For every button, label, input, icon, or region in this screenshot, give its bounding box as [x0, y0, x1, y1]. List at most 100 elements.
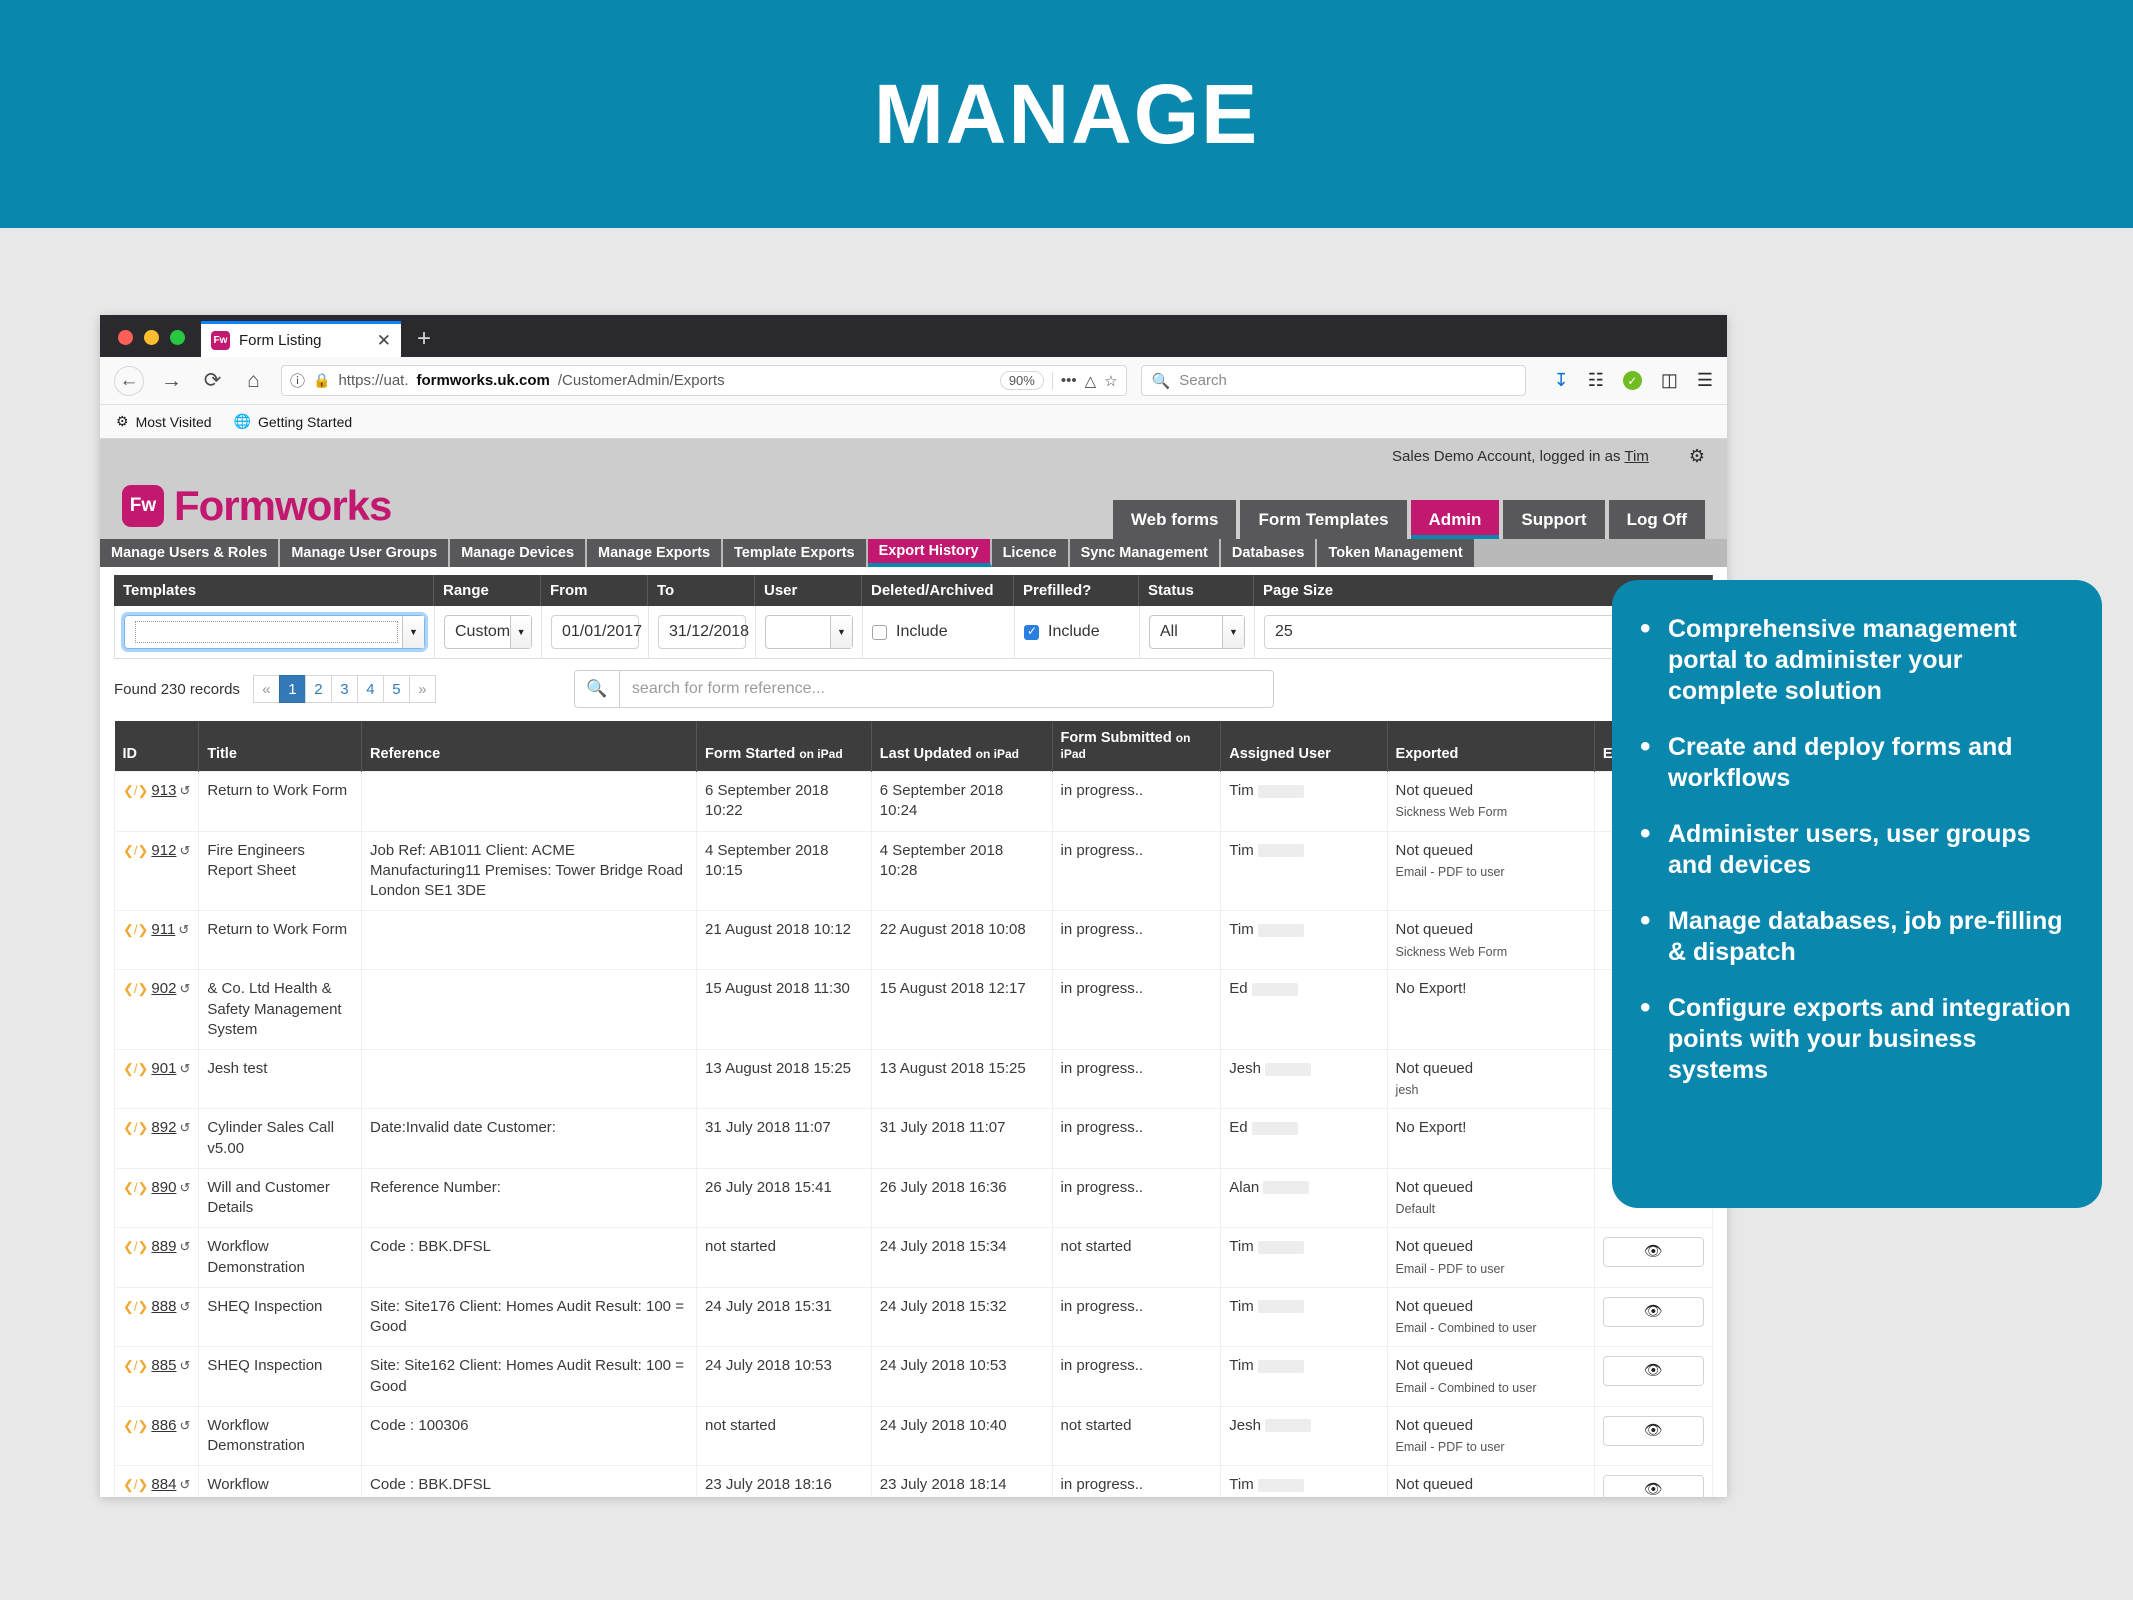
browser-tab[interactable]: Fw Form Listing ✕ — [201, 321, 401, 357]
cell-id[interactable]: ❮/❯ 884 ↺ — [113, 1465, 200, 1497]
record-id-link[interactable]: 888 — [151, 1298, 176, 1315]
record-id-link[interactable]: 913 — [151, 782, 176, 799]
code-icon[interactable]: ❮/❯ — [123, 1239, 148, 1254]
history-icon[interactable]: ↺ — [179, 1418, 190, 1433]
subnav-export-history[interactable]: Export History — [867, 539, 992, 567]
from-date-input[interactable]: 01/01/2017 — [551, 615, 642, 649]
forward-icon[interactable]: → — [158, 370, 185, 391]
record-id-link[interactable]: 912 — [151, 842, 176, 859]
window-controls[interactable] — [100, 330, 201, 357]
code-icon[interactable]: ❮/❯ — [123, 1418, 148, 1433]
account-ok-icon[interactable]: ✓ — [1622, 371, 1642, 390]
subnav-databases[interactable]: Databases — [1220, 539, 1318, 567]
code-icon[interactable]: ❮/❯ — [123, 1061, 148, 1076]
range-select[interactable]: Custom ▼ — [444, 615, 532, 649]
page-2[interactable]: 2 — [304, 675, 332, 703]
code-icon[interactable]: ❮/❯ — [123, 1477, 148, 1492]
new-tab-button[interactable]: + — [401, 327, 447, 357]
cell-id[interactable]: ❮/❯ 889 ↺ — [113, 1227, 200, 1288]
subnav-manage-exports[interactable]: Manage Exports — [587, 539, 724, 567]
table-row[interactable]: ❮/❯ 902 ↺ & Co. Ltd Health & Safety Managem… — [113, 969, 1714, 1051]
download-icon[interactable]: ↧ — [1554, 370, 1569, 391]
table-row[interactable]: ❮/❯ 890 ↺ Will and Customer Details Referenc… — [113, 1167, 1714, 1229]
bookmark-most-visited[interactable]: ⚙ Most Visited — [116, 413, 212, 430]
code-icon[interactable]: ❮/❯ — [123, 981, 148, 996]
record-id-link[interactable]: 886 — [151, 1417, 176, 1434]
view-export-button[interactable]: 👁 — [1602, 1415, 1704, 1446]
back-icon[interactable]: ← — [114, 365, 144, 396]
table-row[interactable]: ❮/❯ 892 ↺ Cylinder Sales Call v5.00 Date:Inv… — [113, 1108, 1714, 1169]
history-icon[interactable]: ↺ — [179, 843, 190, 858]
code-icon[interactable]: ❮/❯ — [123, 1180, 148, 1195]
sidebar-icon[interactable]: ◫ — [1661, 370, 1678, 391]
page-info-icon[interactable]: ⓘ — [290, 370, 305, 391]
page-actions-icon[interactable]: ••• — [1061, 372, 1077, 389]
history-icon[interactable]: ↺ — [179, 1299, 190, 1314]
maximize-window-button[interactable] — [170, 330, 185, 345]
table-row[interactable]: ❮/❯ 886 ↺ Workflow Demonstration Code : 1003… — [113, 1405, 1714, 1467]
code-icon[interactable]: ❮/❯ — [123, 1358, 148, 1373]
nav-web-forms[interactable]: Web forms — [1112, 500, 1237, 539]
record-id-link[interactable]: 885 — [151, 1357, 176, 1374]
code-icon[interactable]: ❮/❯ — [123, 1299, 148, 1314]
record-id-link[interactable]: 884 — [151, 1476, 176, 1493]
table-row[interactable]: ❮/❯ 912 ↺ Fire Engineers Report Sheet Job Re… — [113, 830, 1714, 912]
page-1[interactable]: 1 — [278, 675, 306, 703]
library-icon[interactable]: ☷ — [1588, 370, 1604, 391]
subnav-template-exports[interactable]: Template Exports — [723, 539, 868, 567]
subnav-token-management[interactable]: Token Management — [1317, 539, 1476, 567]
nav-support[interactable]: Support — [1503, 500, 1605, 539]
user-select[interactable]: ▼ — [765, 615, 853, 649]
close-window-button[interactable] — [118, 330, 133, 345]
cell-id[interactable]: ❮/❯ 885 ↺ — [113, 1346, 200, 1407]
cell-id[interactable]: ❮/❯ 902 ↺ — [113, 969, 200, 1051]
history-icon[interactable]: ↺ — [179, 783, 190, 798]
record-id-link[interactable]: 901 — [151, 1060, 176, 1077]
record-id-link[interactable]: 890 — [151, 1179, 176, 1196]
to-date-input[interactable]: 31/12/2018 — [658, 615, 749, 649]
settings-gear-icon[interactable]: ⚙ — [1689, 446, 1705, 467]
account-user-link[interactable]: Tim — [1624, 448, 1648, 465]
cell-id[interactable]: ❮/❯ 911 ↺ — [113, 910, 200, 971]
cell-id[interactable]: ❮/❯ 892 ↺ — [113, 1108, 200, 1169]
bookmark-star-icon[interactable]: ☆ — [1104, 372, 1117, 390]
history-icon[interactable]: ↺ — [179, 1180, 190, 1195]
address-bar[interactable]: ⓘ 🔒 https://uat. formworks.uk.com/Custome… — [281, 365, 1127, 396]
view-export-button[interactable]: 👁 — [1602, 1475, 1704, 1497]
zoom-level-badge[interactable]: 90% — [999, 371, 1044, 390]
history-icon[interactable]: ↺ — [179, 981, 190, 996]
view-export-button[interactable]: 👁 — [1602, 1356, 1704, 1387]
table-row[interactable]: ❮/❯ 888 ↺ SHEQ Inspection Site: Site176 Clie… — [113, 1286, 1714, 1348]
home-icon[interactable]: ⌂ — [240, 370, 267, 391]
page-prev[interactable]: « — [252, 675, 280, 703]
form-reference-input[interactable]: search for form reference... — [619, 670, 1274, 708]
reload-icon[interactable]: ⟳ — [199, 370, 226, 391]
bookmark-getting-started[interactable]: 🌐 Getting Started — [234, 413, 353, 430]
history-icon[interactable]: ↺ — [178, 922, 189, 937]
page-4[interactable]: 4 — [356, 675, 384, 703]
checkbox-box[interactable] — [872, 624, 887, 640]
cell-id[interactable]: ❮/❯ 912 ↺ — [113, 830, 200, 912]
cell-id[interactable]: ❮/❯ 888 ↺ — [113, 1286, 200, 1348]
deleted-archived-checkbox[interactable]: Include — [872, 623, 948, 641]
status-select[interactable]: All ▼ — [1149, 615, 1245, 649]
cell-id[interactable]: ❮/❯ 890 ↺ — [113, 1167, 200, 1229]
subnav-sync-management[interactable]: Sync Management — [1069, 539, 1221, 567]
history-icon[interactable]: ↺ — [179, 1120, 190, 1135]
page-3[interactable]: 3 — [330, 675, 358, 703]
nav-admin[interactable]: Admin — [1410, 500, 1500, 539]
subnav-manage-user-groups[interactable]: Manage User Groups — [280, 539, 451, 567]
cell-id[interactable]: ❮/❯ 901 ↺ — [113, 1049, 200, 1110]
record-id-link[interactable]: 911 — [151, 921, 175, 938]
view-export-button[interactable]: 👁 — [1602, 1296, 1704, 1327]
page-next[interactable]: » — [408, 675, 436, 703]
record-id-link[interactable]: 889 — [151, 1238, 176, 1255]
history-icon[interactable]: ↺ — [179, 1239, 190, 1254]
nav-log-off[interactable]: Log Off — [1608, 500, 1705, 539]
prefilled-checkbox[interactable]: Include — [1024, 623, 1100, 641]
table-row[interactable]: ❮/❯884↺Workflow DemonstrationCode : BBK.… — [113, 1465, 1714, 1497]
code-icon[interactable]: ❮/❯ — [123, 783, 148, 798]
templates-select[interactable]: ▼ — [121, 612, 428, 652]
table-row[interactable]: ❮/❯ 885 ↺ SHEQ Inspection Site: Site162 Clie… — [113, 1346, 1714, 1407]
table-row[interactable]: ❮/❯ 889 ↺ Workflow Demonstration Code : BBK.… — [113, 1227, 1714, 1288]
